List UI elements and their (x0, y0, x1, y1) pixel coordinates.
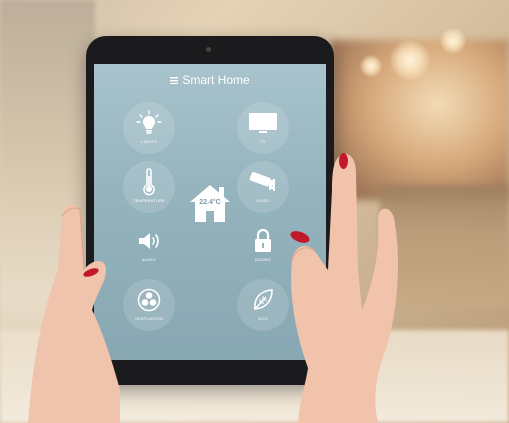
menu-icon[interactable] (170, 77, 179, 84)
app-header: Smart Home (94, 73, 326, 87)
tile-label: TEMPERATURE (132, 198, 166, 203)
tile-label: TV (260, 139, 266, 144)
tile-temperature[interactable]: TEMPERATURE (123, 161, 175, 213)
speaker-icon (123, 226, 175, 256)
home-status[interactable]: 22.4°C (188, 182, 232, 224)
tile-tv[interactable]: TV (237, 102, 289, 154)
fingernail (339, 153, 348, 169)
tv-icon (237, 108, 289, 138)
photo-background: Smart Home LIGHTS TV TEMPERATURE VIDEO A… (0, 0, 509, 423)
lightbulb-icon (123, 108, 175, 138)
background-light (390, 40, 430, 80)
left-hand (28, 204, 120, 423)
fan-icon (123, 285, 175, 315)
tile-ventilation[interactable]: VENTILATION (123, 279, 175, 331)
thermometer-icon (123, 167, 175, 197)
right-hand (291, 154, 398, 423)
tile-audio[interactable]: AUDIO (123, 220, 175, 272)
tile-label: AUDIO (142, 257, 156, 262)
temperature-readout: 22.4°C (199, 199, 221, 206)
background-light (360, 55, 382, 77)
app-title: Smart Home (182, 73, 250, 87)
background-light (440, 28, 466, 54)
tile-label: LIGHTS (141, 139, 157, 144)
tile-label: VENTILATION (134, 316, 164, 321)
tablet-camera (206, 47, 211, 52)
tile-lights[interactable]: LIGHTS (123, 102, 175, 154)
